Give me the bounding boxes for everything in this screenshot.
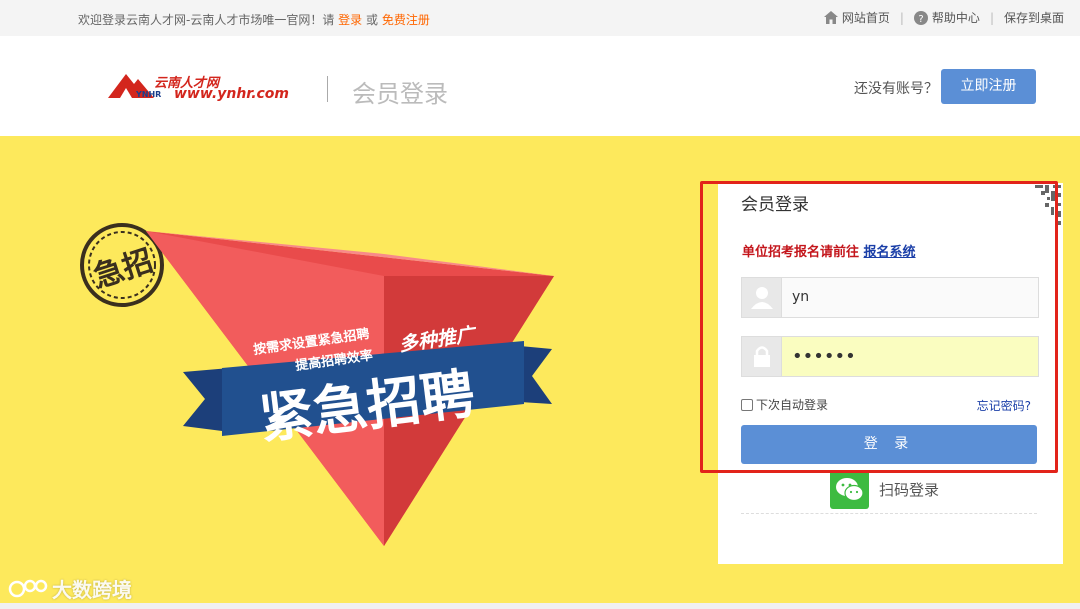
logo-url: www.ynhr.com xyxy=(174,86,290,102)
divider: | xyxy=(899,10,904,25)
card-divider xyxy=(741,513,1037,514)
home-icon xyxy=(823,11,838,24)
help-link[interactable]: ? 帮助中心 xyxy=(913,9,980,26)
home-link[interactable]: 网站首页 xyxy=(823,9,890,26)
svg-text:?: ? xyxy=(918,14,923,25)
top-register-link[interactable]: 免费注册 xyxy=(382,13,430,27)
home-link-label: 网站首页 xyxy=(841,11,890,25)
wechat-icon xyxy=(830,470,869,509)
register-now-button[interactable]: 立即注册 xyxy=(941,69,1036,104)
bottom-strip xyxy=(0,603,1080,609)
save-to-desktop-link[interactable]: 保存到桌面 xyxy=(1004,9,1064,26)
urgent-stamp: 急招 xyxy=(80,223,164,307)
top-bar: 欢迎登录云南人才网-云南人才市场唯一官网！请 登录 或 免费注册 网站首页 | … xyxy=(0,0,1080,36)
top-login-link[interactable]: 登录 xyxy=(338,13,362,27)
welcome-text: 欢迎登录云南人才网-云南人才市场唯一官网！请 xyxy=(78,13,335,27)
top-links: 网站首页 | ? 帮助中心 | 保存到桌面 xyxy=(823,9,1064,26)
watermark-logo-icon xyxy=(8,579,48,597)
header: 云南人才网 YNHR www.ynhr.com 会员登录 还没有账号？ 立即注册 xyxy=(0,36,1080,136)
site-logo[interactable]: 云南人才网 YNHR www.ynhr.com xyxy=(108,70,290,104)
logo-abbr: YNHR xyxy=(136,90,162,99)
page-title: 会员登录 xyxy=(352,80,448,108)
help-icon: ? xyxy=(913,10,928,25)
highlight-box xyxy=(700,181,1058,473)
or-text: 或 xyxy=(366,13,379,27)
no-account-text: 还没有账号？ xyxy=(854,81,938,97)
urgent-recruit-graphic: 急招 按需求设置紧急招聘 提高招聘效率 多种推广 紧急招聘 xyxy=(80,223,554,546)
help-link-label: 帮助中心 xyxy=(931,11,980,25)
watermark-text: 大数跨境 xyxy=(52,578,132,602)
ribbon-right-tail xyxy=(520,346,552,404)
header-divider xyxy=(327,76,328,102)
welcome-message: 欢迎登录云南人才网-云南人才市场唯一官网！请 登录 或 免费注册 xyxy=(78,11,430,28)
watermark: 大数跨境 xyxy=(8,574,132,603)
divider: | xyxy=(989,10,994,25)
scan-login-label: 扫码登录 xyxy=(879,481,940,499)
scan-login[interactable]: 扫码登录 xyxy=(830,470,939,509)
